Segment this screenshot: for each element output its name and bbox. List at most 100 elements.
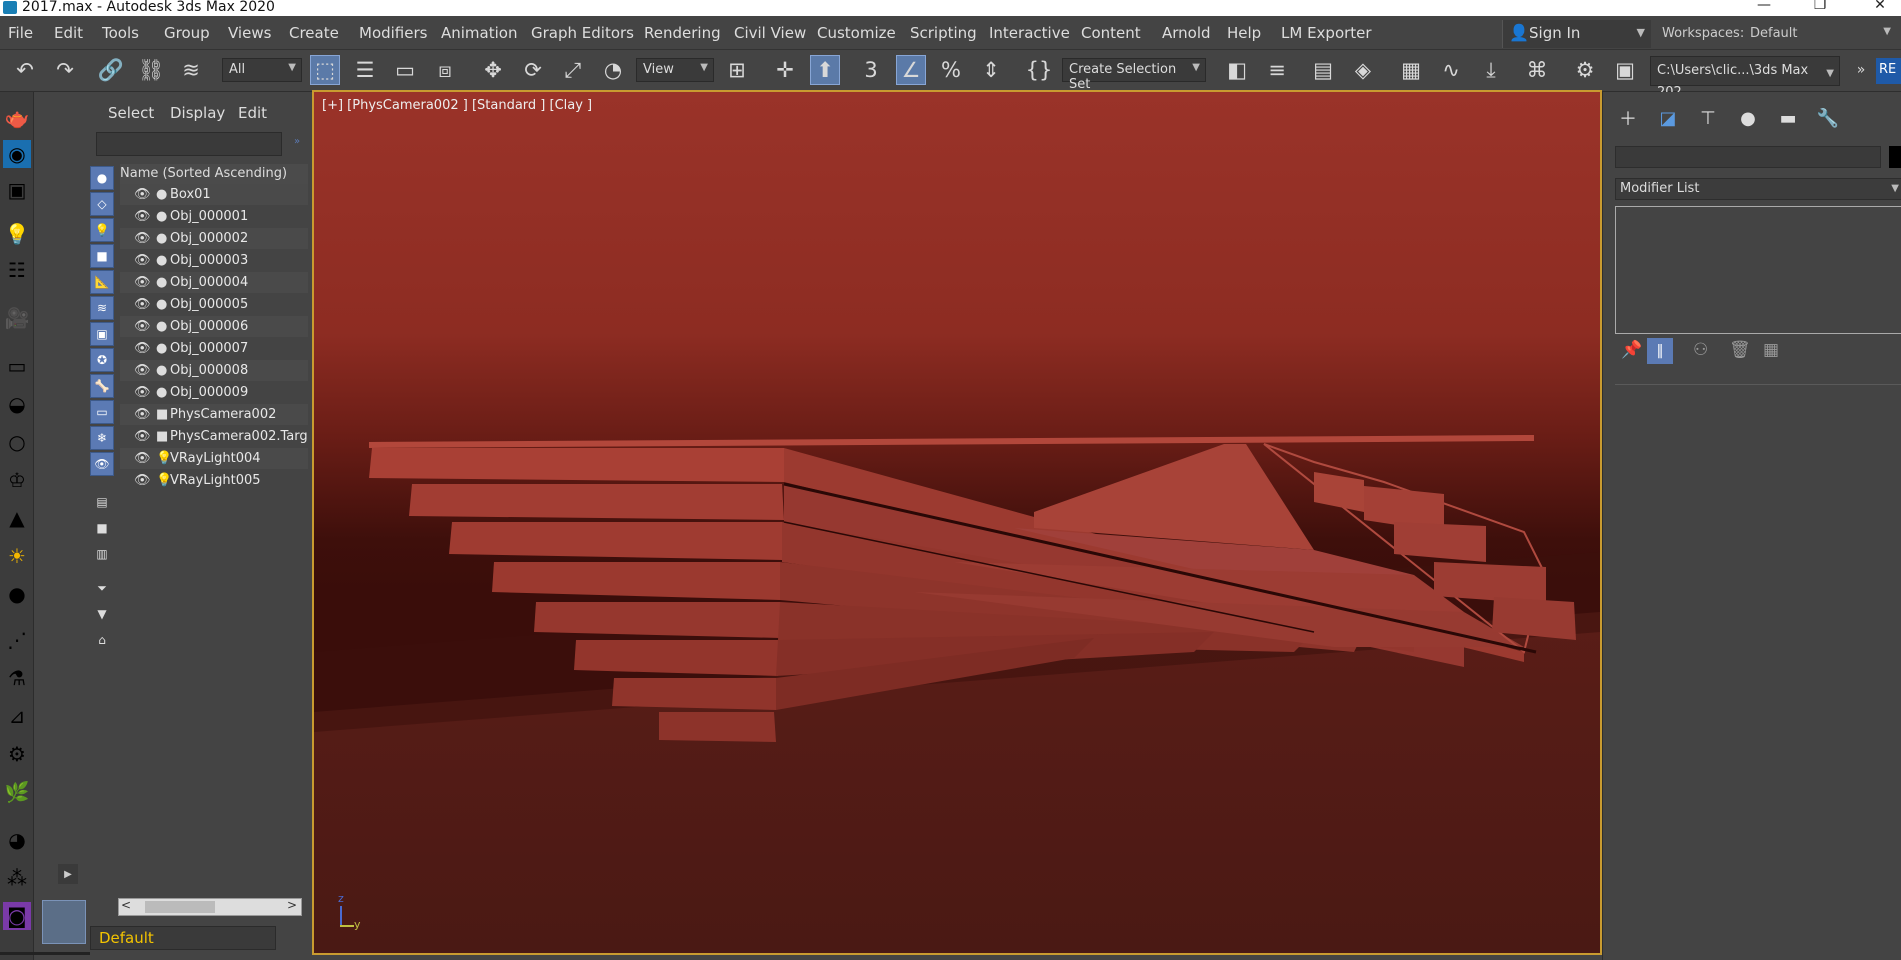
pivot-center-icon[interactable]: ⊞ bbox=[722, 55, 752, 85]
visibility-eye-icon[interactable]: 👁 bbox=[134, 470, 151, 491]
menu-group[interactable]: Group bbox=[164, 24, 210, 42]
select-by-name-icon[interactable]: ☰ bbox=[350, 55, 380, 85]
script-icon[interactable]: ◙ bbox=[3, 902, 31, 930]
plane-light-icon[interactable]: ▭ bbox=[3, 352, 31, 380]
list-item[interactable]: 👁 ● Obj_000006 bbox=[120, 316, 308, 338]
play-icon[interactable]: ▶ bbox=[58, 864, 78, 884]
layer-explorer-icon[interactable]: ◈ bbox=[1348, 55, 1378, 85]
visibility-eye-icon[interactable]: 👁 bbox=[134, 228, 151, 249]
close-button[interactable]: ✕ bbox=[1860, 0, 1900, 12]
visibility-eye-icon[interactable]: 👁 bbox=[134, 404, 151, 425]
materials-icon[interactable]: ⁂ bbox=[3, 864, 31, 892]
list-item[interactable]: 👁 💡 VRayLight005 bbox=[120, 470, 308, 492]
visibility-eye-icon[interactable]: 👁 bbox=[134, 272, 151, 293]
light-bulb-icon[interactable]: 💡 bbox=[3, 220, 31, 248]
list-item[interactable]: 👁 ● Obj_000001 bbox=[120, 206, 308, 228]
list-item[interactable]: 👁 ● Obj_000002 bbox=[120, 228, 308, 250]
menu-help[interactable]: Help bbox=[1227, 24, 1261, 42]
list-item[interactable]: 👁 ■ PhysCamera002 bbox=[120, 404, 308, 426]
remove-modifier-icon[interactable]: 🗑 bbox=[1729, 340, 1751, 360]
spinner-snap-icon[interactable]: ⇕ bbox=[976, 55, 1006, 85]
grass-icon[interactable]: 🌿 bbox=[3, 778, 31, 806]
pin-stack-icon[interactable]: 📌 bbox=[1621, 340, 1642, 360]
select-and-manipulate-icon[interactable]: ✛ bbox=[770, 55, 800, 85]
scroll-right-icon[interactable]: > bbox=[287, 898, 297, 912]
make-unique-icon[interactable]: ⚇ bbox=[1693, 340, 1708, 360]
menu-scripting[interactable]: Scripting bbox=[910, 24, 977, 42]
teapot-icon[interactable]: 🫖 bbox=[3, 104, 31, 132]
visibility-eye-icon[interactable]: 👁 bbox=[134, 206, 151, 227]
modify-tab-icon[interactable]: ◪ bbox=[1653, 104, 1683, 132]
clipper-icon[interactable]: ⊿ bbox=[3, 702, 31, 730]
display-spacewarps-icon[interactable]: ≋ bbox=[90, 296, 114, 320]
menu-content[interactable]: Content bbox=[1081, 24, 1141, 42]
reference-coordinate-dropdown[interactable]: View ▼ bbox=[636, 58, 714, 82]
proxy-icon[interactable]: ⋰ bbox=[3, 626, 31, 654]
list-item[interactable]: 👁 ● Obj_000005 bbox=[120, 294, 308, 316]
motion-tab-icon[interactable]: ● bbox=[1733, 104, 1763, 132]
list-item[interactable]: 👁 ● Obj_000003 bbox=[120, 250, 308, 272]
display-lights-icon[interactable]: 💡 bbox=[90, 218, 114, 242]
menu-create[interactable]: Create bbox=[289, 24, 339, 42]
fur-icon[interactable]: ⚗ bbox=[3, 664, 31, 692]
menu-edit[interactable]: Edit bbox=[54, 24, 83, 42]
modifier-list-dropdown[interactable]: Modifier List ▼ bbox=[1615, 178, 1901, 200]
angle-snap-icon[interactable]: ∠ bbox=[896, 55, 926, 85]
display-frozen-icon[interactable]: ❄ bbox=[90, 426, 114, 450]
visibility-eye-icon[interactable]: 👁 bbox=[134, 250, 151, 271]
menu-civil-view[interactable]: Civil View bbox=[734, 24, 806, 42]
list-item[interactable]: 👁 ● Obj_000004 bbox=[120, 272, 308, 294]
explorer-search-input[interactable] bbox=[96, 132, 282, 156]
menu-views[interactable]: Views bbox=[228, 24, 271, 42]
display-shapes-icon[interactable]: ◇ bbox=[90, 192, 114, 216]
minimize-button[interactable]: — bbox=[1744, 0, 1784, 12]
link-icon[interactable]: 🔗 bbox=[96, 55, 126, 85]
display-geometry-icon[interactable]: ● bbox=[90, 166, 114, 190]
horizontal-scrollbar[interactable]: < > bbox=[118, 898, 302, 916]
menu-lm-exporter[interactable]: LM Exporter bbox=[1281, 24, 1372, 42]
invert-display-icon[interactable]: ▥ bbox=[90, 542, 114, 566]
display-none-icon[interactable]: ■ bbox=[90, 516, 114, 540]
move-icon[interactable]: ✥ bbox=[478, 55, 508, 85]
scene-explorer-icon[interactable]: ▤ bbox=[1308, 55, 1338, 85]
tab-select[interactable]: Select bbox=[108, 104, 154, 122]
rendered-frame-window-icon[interactable]: ▣ bbox=[1610, 55, 1640, 85]
display-cameras-icon[interactable]: ■ bbox=[90, 244, 114, 268]
hierarchy-tab-icon[interactable]: ⊤ bbox=[1693, 104, 1723, 132]
menu-modifiers[interactable]: Modifiers bbox=[359, 24, 427, 42]
material-sphere-icon[interactable]: ◕ bbox=[3, 826, 31, 854]
list-item[interactable]: 👁 ● Obj_000007 bbox=[120, 338, 308, 360]
sphere-light-icon[interactable]: ○ bbox=[3, 428, 31, 456]
mirror-icon[interactable]: ◧ bbox=[1222, 55, 1252, 85]
display-tab-icon[interactable]: ▬ bbox=[1773, 104, 1803, 132]
visibility-eye-icon[interactable]: 👁 bbox=[134, 360, 151, 381]
expand-icon[interactable]: » bbox=[294, 136, 300, 147]
configure-modifier-sets-icon[interactable]: ▦ bbox=[1763, 340, 1779, 360]
menu-animation[interactable]: Animation bbox=[441, 24, 517, 42]
scroll-left-icon[interactable]: < bbox=[121, 898, 131, 912]
scroll-thumb[interactable] bbox=[145, 901, 215, 913]
list-item[interactable]: 👁 ● Obj_000009 bbox=[120, 382, 308, 404]
object-color-swatch[interactable] bbox=[1889, 146, 1901, 168]
align-icon[interactable]: ≡ bbox=[1262, 55, 1292, 85]
display-groups-icon[interactable]: ▣ bbox=[90, 322, 114, 346]
named-selection-set-dropdown[interactable]: Create Selection Set ▼ bbox=[1062, 58, 1206, 92]
visibility-eye-icon[interactable]: 👁 bbox=[134, 426, 151, 447]
redo-icon[interactable]: ↷ bbox=[50, 55, 80, 85]
visibility-eye-icon[interactable]: 👁 bbox=[134, 184, 151, 205]
restore-button[interactable]: ❐ bbox=[1800, 0, 1840, 12]
list-item[interactable]: 👁 ● Box01 bbox=[120, 184, 308, 206]
viewport-label[interactable]: [+] [PhysCamera002 ] [Standard ] [Clay ] bbox=[322, 98, 592, 113]
visibility-eye-icon[interactable]: 👁 bbox=[134, 338, 151, 359]
unlink-icon[interactable]: ⛓ bbox=[136, 55, 166, 85]
window-crossing-icon[interactable]: ⧈ bbox=[430, 55, 460, 85]
menu-interactive[interactable]: Interactive bbox=[989, 24, 1070, 42]
image-icon[interactable]: ▣ bbox=[3, 176, 31, 204]
display-containers-icon[interactable]: ▭ bbox=[90, 400, 114, 424]
snaps-toggle-icon[interactable]: 3 bbox=[856, 55, 886, 85]
ribbon-icon[interactable]: ▦ bbox=[1396, 55, 1426, 85]
select-object-icon[interactable]: ⬚ bbox=[310, 55, 340, 85]
display-helpers-icon[interactable]: 📐 bbox=[90, 270, 114, 294]
visibility-eye-icon[interactable]: 👁 bbox=[134, 382, 151, 403]
mesh-light-icon[interactable]: ♔ bbox=[3, 466, 31, 494]
